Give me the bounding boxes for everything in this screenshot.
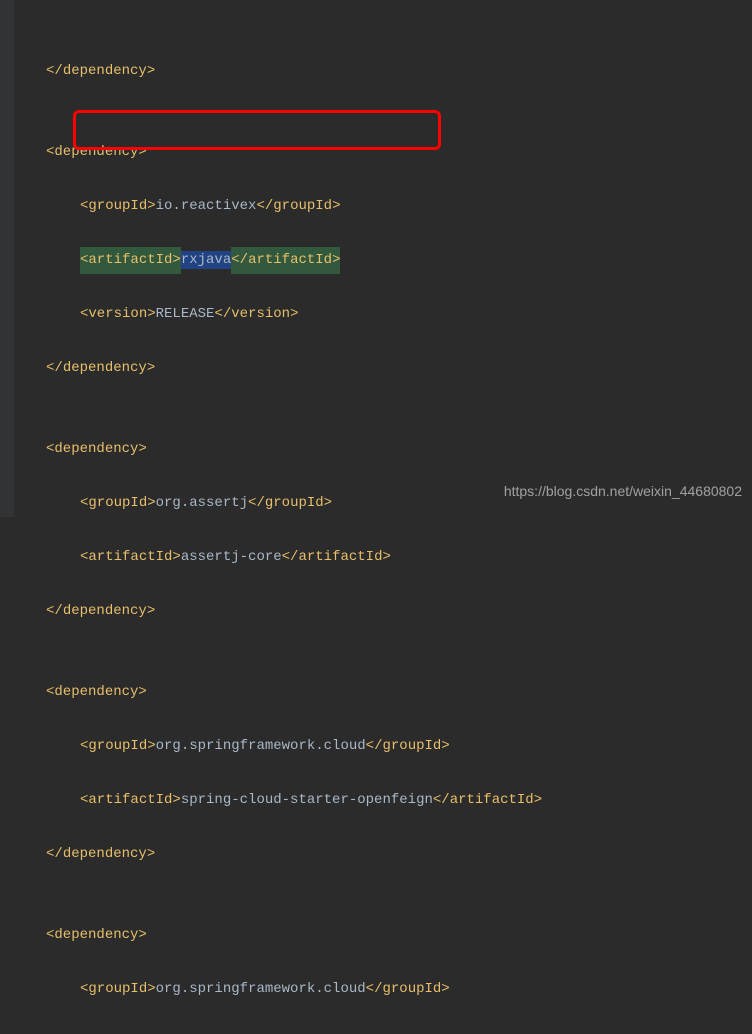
code-line: </dependency> xyxy=(46,58,752,85)
code-line: <dependency> xyxy=(46,679,752,706)
code-line: <groupId>io.reactivex</groupId> xyxy=(46,193,752,220)
code-line: <dependency> xyxy=(46,139,752,166)
code-line: <artifactId>rxjava</artifactId> xyxy=(46,247,752,274)
code-line: <dependency> xyxy=(46,436,752,463)
gutter xyxy=(0,0,14,517)
code-line: <groupId>org.springframework.cloud</grou… xyxy=(46,733,752,760)
code-line: <artifactId>spring-cloud-starter-openfei… xyxy=(46,787,752,814)
code-line: <version>RELEASE</version> xyxy=(46,301,752,328)
code-block: </dependency> <dependency> <groupId>io.r… xyxy=(0,0,752,1034)
watermark-text: https://blog.csdn.net/weixin_44680802 xyxy=(504,478,742,505)
code-line: </dependency> xyxy=(46,841,752,868)
code-line: <artifactId>spring-cloud-starter-netflix… xyxy=(46,1030,752,1034)
code-line: </dependency> xyxy=(46,355,752,382)
code-line: </dependency> xyxy=(46,598,752,625)
code-line: <artifactId>assertj-core</artifactId> xyxy=(46,544,752,571)
code-line: <dependency> xyxy=(46,922,752,949)
code-line: <groupId>org.springframework.cloud</grou… xyxy=(46,976,752,1003)
